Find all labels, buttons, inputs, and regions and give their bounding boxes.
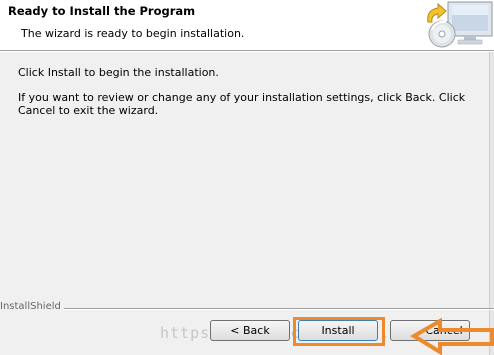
installshield-brand: InstallShield [0,301,64,312]
installer-window: Ready to Install the Program The wizard … [0,0,494,355]
wizard-header: Ready to Install the Program The wizard … [0,0,494,51]
instruction-install: Click Install to begin the installation. [18,66,219,79]
computer-cd-icon [420,0,494,50]
page-title: Ready to Install the Program [8,4,196,18]
install-button[interactable]: Install [298,320,378,341]
instruction-review: If you want to review or change any of y… [18,91,466,117]
cancel-button-label: Cancel [425,324,463,337]
footer-divider [54,308,494,310]
back-button[interactable]: < Back [210,320,290,341]
back-button-label: < Back [230,324,270,337]
cancel-button[interactable]: Cancel [390,320,470,341]
page-subtitle: The wizard is ready to begin installatio… [21,27,245,40]
install-button-label: Install [321,324,355,337]
